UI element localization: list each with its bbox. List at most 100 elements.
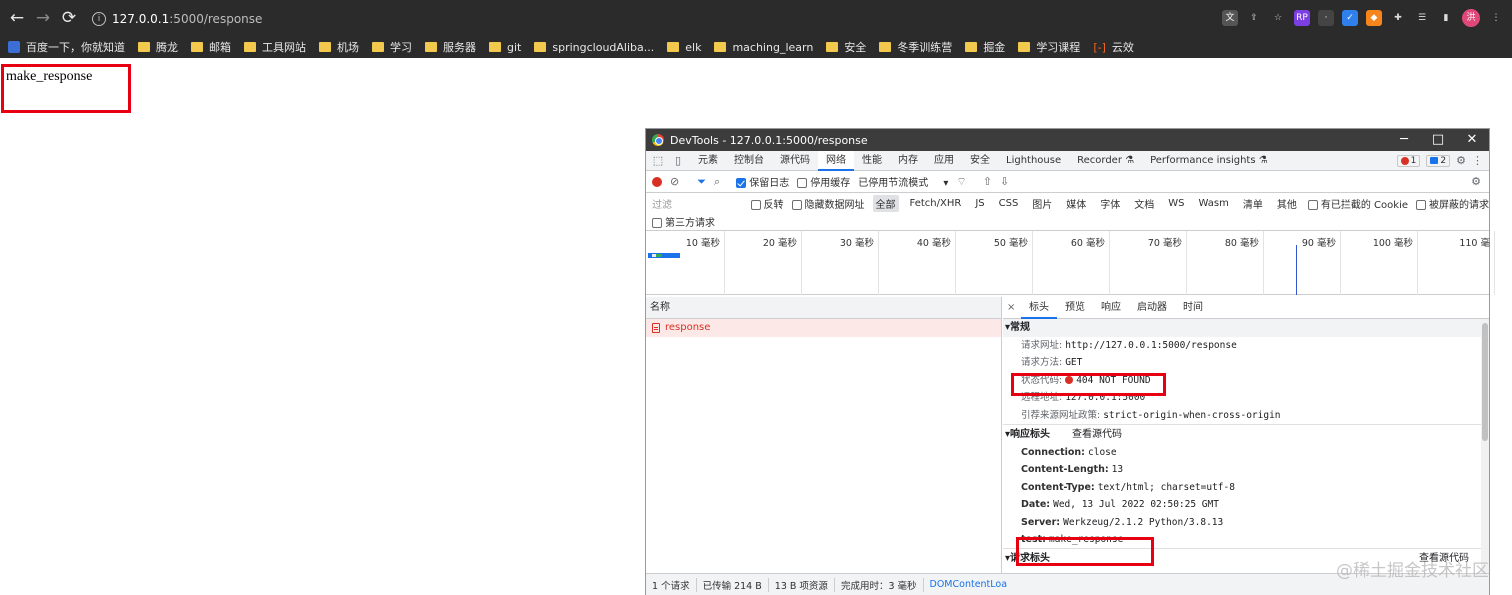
metamask-icon[interactable]: ◆ [1366,10,1382,26]
filter-icon[interactable]: ⏷ [697,175,706,189]
search-icon[interactable]: ⌕ [714,175,720,189]
forward-icon[interactable]: → [30,8,56,28]
bookmark-item[interactable]: 学习课程 [1018,39,1080,55]
invert-checkbox[interactable]: 反转 [750,196,784,211]
bookmark-item[interactable]: 服务器 [425,39,476,55]
back-icon[interactable]: ← [4,8,30,28]
bookmark-item[interactable]: springcloudAliba... [534,41,654,54]
address-bar[interactable]: i 127.0.0.1:5000/response [86,8,1186,30]
device-toggle-icon[interactable]: ▯ [670,154,686,168]
devtools-tab[interactable]: Performance insights ⚗ [1142,151,1276,171]
network-settings-icon[interactable]: ⚙ [1471,175,1481,188]
hide-data-urls-checkbox[interactable]: 隐藏数据网址 [791,196,865,211]
minimize-icon[interactable]: ─ [1387,129,1421,151]
network-conditions-icon[interactable]: ⌔ [956,175,966,189]
request-name: response [665,322,711,333]
filter-input[interactable]: 过滤 [652,196,743,211]
side-panel-icon[interactable]: ▮ [1438,10,1454,26]
inspect-icon[interactable]: ⬚ [650,154,666,168]
disable-cache-checkbox[interactable]: 停用缓存 [797,174,850,189]
devtools-tab[interactable]: 安全 [962,151,998,171]
devtools-tab[interactable]: 源代码 [772,151,818,171]
bookmark-item[interactable]: 掘金 [965,39,1005,55]
detail-tab[interactable]: 标头 [1021,297,1057,319]
bookmark-item[interactable]: elk [667,41,701,54]
extension-icon[interactable]: · [1318,10,1334,26]
bookmark-item[interactable]: 工具网站 [244,39,306,55]
detail-tab[interactable]: 预览 [1057,297,1093,319]
timeline-tick-label: 20 毫秒 [762,238,797,249]
detail-tab[interactable]: 响应 [1093,297,1129,319]
throttling-select[interactable]: 已停用节流模式 ▾ [858,174,948,189]
extension-rp-icon[interactable]: RP [1294,10,1310,26]
filter-type-button[interactable]: Wasm [1196,197,1232,210]
filter-type-button[interactable]: JS [972,197,987,210]
import-har-icon[interactable]: ⇧ [983,175,992,188]
error-count-badge[interactable]: 1 [1396,154,1421,167]
site-info-icon[interactable]: i [92,12,106,26]
devtools-tab[interactable]: 内存 [890,151,926,171]
filter-type-button[interactable]: 图片 [1029,195,1055,212]
share-icon[interactable]: ⇪ [1246,10,1262,26]
bookmark-item[interactable]: 机场 [319,39,359,55]
avatar[interactable]: 洪 [1462,9,1480,27]
bookmark-item[interactable]: 邮箱 [191,39,231,55]
filter-type-button[interactable]: 全部 [872,194,899,212]
detail-tab[interactable]: 启动器 [1129,297,1175,319]
devtools-tab[interactable]: 元素 [690,151,726,171]
maximize-icon[interactable]: □ [1421,129,1455,151]
close-icon[interactable]: ✕ [1455,129,1489,151]
bookmark-label: 学习课程 [1036,41,1081,54]
request-list-header[interactable]: 名称 [646,297,1001,319]
bookmark-item[interactable]: git [489,41,521,54]
devtools-tab[interactable]: 网络 [818,150,854,171]
settings-gear-icon[interactable]: ⚙ [1456,154,1466,167]
reading-list-icon[interactable]: ☰ [1414,10,1430,26]
close-detail-icon[interactable]: × [1007,302,1021,313]
general-section-header[interactable]: ▾常规 [1003,319,1489,337]
folder-icon [319,42,331,52]
filter-type-button[interactable]: CSS [996,197,1022,210]
blocked-cookies-checkbox[interactable]: 有已拦截的 Cookie [1307,196,1408,211]
extension-check-icon[interactable]: ✓ [1342,10,1358,26]
filter-type-button[interactable]: WS [1165,197,1187,210]
third-party-checkbox[interactable]: 第三方请求 [652,214,715,229]
translate-icon[interactable]: 文 [1222,10,1238,26]
blocked-requests-checkbox[interactable]: 被屏蔽的请求 [1416,196,1489,211]
bookmark-item[interactable]: 安全 [826,39,866,55]
export-har-icon[interactable]: ⇩ [1000,175,1009,188]
detail-tab[interactable]: 时间 [1175,297,1211,319]
bookmark-star-icon[interactable]: ☆ [1270,10,1286,26]
more-options-icon[interactable]: ⋮ [1472,154,1483,167]
message-count-badge[interactable]: 2 [1426,154,1451,167]
request-row[interactable]: response [646,319,1001,337]
filter-type-button[interactable]: 其他 [1274,195,1300,212]
response-headers-section-header[interactable]: ▾响应标头 查看源代码 [1003,423,1489,444]
puzzle-icon[interactable]: ✚ [1390,10,1406,26]
menu-icon[interactable]: ⋮ [1488,10,1504,26]
bookmark-item[interactable]: 学习 [372,39,412,55]
filter-type-button[interactable]: 字体 [1097,195,1123,212]
devtools-tab[interactable]: Recorder ⚗ [1069,151,1142,171]
bookmark-label: 机场 [337,41,359,54]
filter-type-button[interactable]: 文档 [1131,195,1157,212]
filter-type-button[interactable]: 媒体 [1063,195,1089,212]
network-overview-timeline[interactable]: 10 毫秒 20 毫秒 30 毫秒 40 毫秒 50 毫秒 60 毫秒 70 毫秒 80 毫秒… [646,231,1495,295]
bookmark-item[interactable]: [-] 云效 [1093,39,1134,55]
bookmark-item[interactable]: 冬季训练营 [879,39,952,55]
clear-icon[interactable]: ⊘ [670,175,679,188]
filter-type-button[interactable]: 清单 [1240,195,1266,212]
devtools-tab[interactable]: Lighthouse [998,151,1069,171]
filter-type-button[interactable]: Fetch/XHR [907,197,965,210]
bookmark-item[interactable]: maching_learn [714,41,813,54]
detail-scrollbar[interactable] [1481,319,1489,573]
record-icon[interactable] [652,176,662,187]
devtools-tab[interactable]: 应用 [926,151,962,171]
bookmark-item[interactable]: 腾龙 [138,39,178,55]
bookmark-item[interactable]: 百度一下，你就知道 [8,39,125,55]
preserve-log-checkbox[interactable]: 保留日志 [736,174,789,189]
view-source-link[interactable]: 查看源代码 [1072,425,1122,444]
reload-icon[interactable]: ⟳ [56,8,82,28]
devtools-tab[interactable]: 控制台 [726,151,772,171]
devtools-tab[interactable]: 性能 [854,151,890,171]
